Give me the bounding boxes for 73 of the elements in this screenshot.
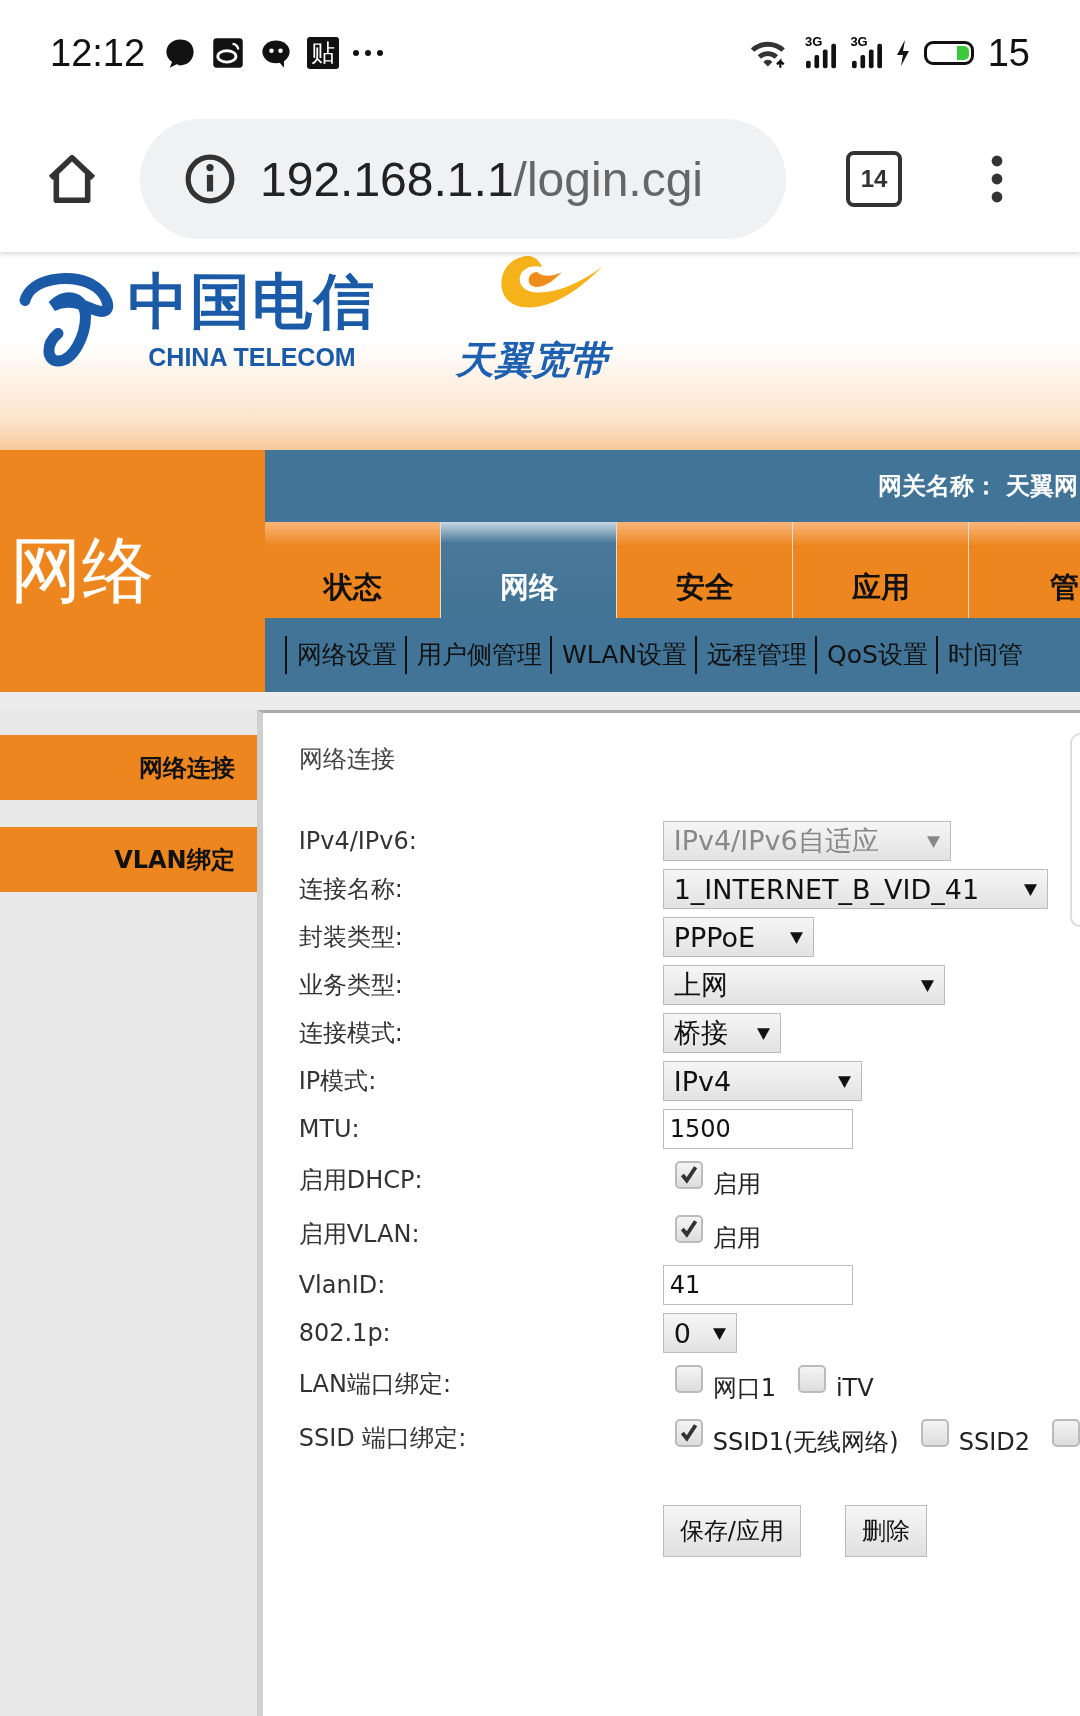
field-label: 启用VLAN: <box>298 1219 421 1250</box>
subnav-link[interactable]: 用户侧管理 <box>405 636 550 674</box>
sidebar-item[interactable]: 网络连接 <box>0 735 257 800</box>
field-label: MTU: <box>298 1115 361 1143</box>
checkbox[interactable] <box>920 1419 949 1447</box>
subnav-link[interactable]: 网络设置 <box>285 636 405 674</box>
input-field[interactable]: 41 <box>662 1265 853 1305</box>
checkbox-label: SSID1(无线网络) <box>712 1427 899 1458</box>
nav-tab[interactable]: 状态 <box>265 522 440 618</box>
logo-text: CHINA TELECOM <box>148 343 356 372</box>
dropdown[interactable]: IPv4 <box>662 1061 862 1101</box>
battery-icon <box>923 41 974 65</box>
checkbox-label: 启用 <box>712 1169 761 1200</box>
subnav-link[interactable]: 时间管 <box>935 636 1031 674</box>
checkbox[interactable] <box>674 1365 703 1393</box>
field-label: 启用DHCP: <box>298 1165 424 1196</box>
more-icon <box>353 50 384 56</box>
dropdown[interactable]: 桥接 <box>662 1013 781 1053</box>
caret-icon <box>789 930 803 944</box>
network-type: 3G <box>850 34 868 49</box>
caret-icon <box>1023 882 1037 896</box>
field-label: LAN端口绑定: <box>298 1369 453 1400</box>
nav-tab[interactable]: 管 <box>969 522 1080 618</box>
checkbox-label: 网口1 <box>712 1373 776 1404</box>
field-label: VlanID: <box>298 1271 387 1299</box>
nav-tab[interactable]: 应用 <box>793 522 968 618</box>
network-type: 3G <box>805 34 823 49</box>
dropdown[interactable]: 1_INTERNET_B_VID_41 <box>662 869 1048 909</box>
gateway-name: 网关名称： 天翼网 <box>877 471 1078 502</box>
field-label: IP模式: <box>298 1066 378 1097</box>
logo-text: 中国电信 <box>128 265 376 338</box>
form-button[interactable]: 删除 <box>844 1505 927 1557</box>
field-label: SSID 端口绑定: <box>298 1423 468 1454</box>
section-title: 网络 <box>10 527 154 614</box>
app-badge: 贴 <box>307 37 340 69</box>
subnav-link[interactable]: WLAN设置 <box>550 636 696 674</box>
input-field[interactable]: 1500 <box>662 1109 853 1149</box>
field-label: 封装类型: <box>298 922 404 953</box>
form-title: 网络连接 <box>298 744 396 775</box>
weibo-icon <box>211 36 246 70</box>
subnav-link[interactable]: 远程管理 <box>695 636 816 674</box>
checkbox[interactable] <box>674 1215 703 1243</box>
checkbox-label: iTV <box>835 1374 874 1402</box>
info-icon[interactable] <box>184 153 236 205</box>
form-button[interactable]: 保存/应用 <box>662 1505 801 1557</box>
tab-count-button[interactable]: 14 <box>846 151 902 207</box>
clock: 12:12 <box>50 31 146 75</box>
brand-text: 天翼宽带 <box>446 332 618 390</box>
caret-icon <box>926 834 940 848</box>
nav-tab[interactable]: 安全 <box>617 522 792 618</box>
dropdown[interactable]: PPPoE <box>662 917 814 957</box>
field-label: 802.1p: <box>298 1319 392 1347</box>
caret-icon <box>920 978 934 992</box>
checkbox[interactable] <box>674 1161 703 1189</box>
sidebar-item[interactable]: VLAN绑定 <box>0 827 257 892</box>
checkbox-label: 启用 <box>712 1223 761 1254</box>
caret-icon <box>712 1326 726 1340</box>
field-label: 连接名称: <box>298 874 404 905</box>
subnav-link[interactable]: QoS设置 <box>815 636 936 674</box>
nav-tab[interactable]: 网络 <box>441 522 616 618</box>
checkbox-label: SSID2 <box>958 1428 1030 1456</box>
dropdown[interactable]: 0 <box>662 1313 737 1353</box>
field-label: IPv4/IPv6: <box>298 827 418 855</box>
field-label: 连接模式: <box>298 1018 404 1049</box>
caret-icon <box>837 1074 851 1088</box>
checkbox[interactable] <box>674 1419 703 1447</box>
field-label: 业务类型: <box>298 970 404 1001</box>
caret-icon <box>756 1026 770 1040</box>
battery-percent: 15 <box>987 31 1030 75</box>
address-bar[interactable]: 192.168.1.1/login.cgi <box>140 119 786 239</box>
checkbox[interactable] <box>1052 1419 1080 1447</box>
dropdown[interactable]: 上网 <box>662 965 945 1005</box>
checkbox[interactable] <box>797 1365 826 1393</box>
